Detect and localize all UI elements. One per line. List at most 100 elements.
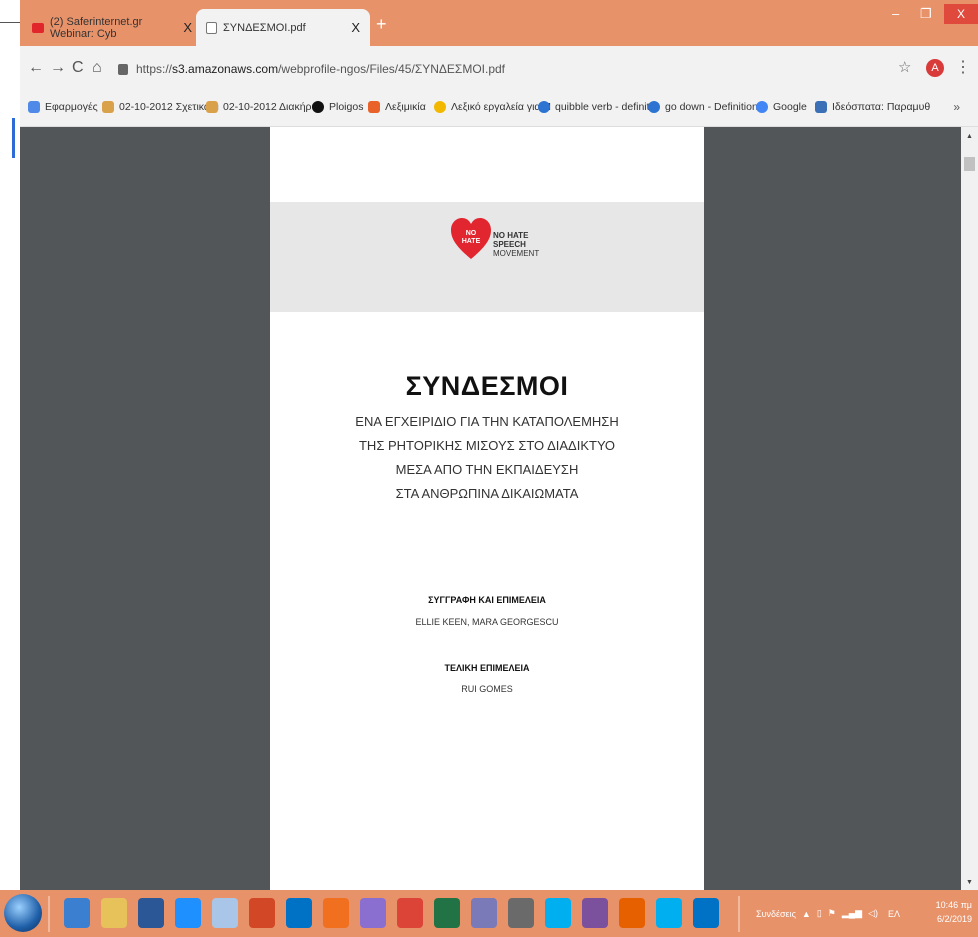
document-subtitle: ΕΝΑ ΕΓΧΕΙΡΙΔΙΟ ΓΙΑ ΤΗΝ ΚΑΤΑΠΟΛΕΜΗΣΗ ΤΗΣ … <box>270 410 704 506</box>
excel-taskbar-icon[interactable] <box>434 898 460 928</box>
bookmark-favicon-icon <box>648 101 660 113</box>
window-close-button[interactable]: X <box>944 4 978 24</box>
authors-label: ΣΥΓΓΡΑΦΗ ΚΑΙ ΕΠΙΜΕΛΕΙΑ <box>428 595 546 605</box>
taskbar-separator <box>48 896 50 932</box>
brand-line: NO HATE <box>493 231 529 240</box>
start-button[interactable] <box>4 894 42 932</box>
scrollbar-thumb[interactable] <box>964 157 975 171</box>
restore-button[interactable]: ❐ <box>920 6 932 22</box>
reload-icon[interactable]: C <box>72 59 84 77</box>
media-taskbar-icon[interactable] <box>323 898 349 928</box>
tray-network-icon[interactable]: ▯ <box>817 908 822 919</box>
clock[interactable]: 10:46 πμ 6/2/2019 <box>936 898 972 926</box>
powerpoint-taskbar-icon[interactable] <box>249 898 275 928</box>
word-taskbar-icon[interactable] <box>138 898 164 928</box>
bookmark-favicon-icon <box>312 101 324 113</box>
bookmark-label: 02-10-2012 Διακήρυξ <box>223 101 322 113</box>
skype-2-taskbar-icon[interactable] <box>656 898 682 928</box>
tab-close-icon[interactable]: X <box>183 20 192 35</box>
firefox-taskbar-icon[interactable] <box>619 898 645 928</box>
tray-connections-label[interactable]: Συνδέσεις <box>756 909 796 919</box>
bookmark-label: Google <box>773 101 807 113</box>
bookmark-label: quibble verb - definit <box>555 101 650 113</box>
bookmark-item[interactable]: Ιδεόσπατα: Παραμυθ <box>815 101 930 113</box>
bookmarks-overflow-icon[interactable]: » <box>953 100 960 114</box>
address-bar[interactable]: https://s3.amazonaws.com/webprofile-ngos… <box>112 55 898 83</box>
bookmark-label: Ιδεόσπατα: Παραμυθ <box>832 101 931 113</box>
bookmark-item[interactable]: Google <box>756 101 807 113</box>
bookmark-label: Λεξιμικία <box>385 101 426 113</box>
scroll-down-arrow-icon[interactable]: ▼ <box>966 879 973 886</box>
new-tab-button[interactable]: + <box>376 14 387 35</box>
clock-date: 6/2/2019 <box>936 914 972 924</box>
tray-volume-icon[interactable]: ◁) <box>868 908 878 919</box>
lock-icon <box>118 63 128 75</box>
brand-line: MOVEMENT <box>493 249 540 258</box>
edge-mark <box>12 118 15 158</box>
bookmark-item[interactable]: Λεξιμικία <box>368 101 426 113</box>
url-host: s3.amazonaws.com <box>172 62 279 76</box>
back-icon[interactable]: ← <box>28 59 44 77</box>
outlook-taskbar-icon[interactable] <box>286 898 312 928</box>
folder-taskbar-icon[interactable] <box>101 898 127 928</box>
bookmark-item[interactable]: Ploigos <box>312 101 363 113</box>
outlook-2-taskbar-icon[interactable] <box>693 898 719 928</box>
no-hate-logo: NO HATE NO HATE SPEECH MOVEMENT <box>450 217 560 277</box>
pdf-viewer[interactable]: NO HATE NO HATE SPEECH MOVEMENT ΣΥΝΔΕΣΜΟΙ… <box>20 127 978 890</box>
bookmark-favicon-icon <box>434 101 446 113</box>
bookmark-item[interactable]: quibble verb - definit <box>538 101 650 113</box>
bookmarks-bar: Εφαρμογές 02-10-2012 Σχετικά μ 02-10-201… <box>20 92 978 127</box>
paint-taskbar-icon[interactable] <box>360 898 386 928</box>
internet-explorer-taskbar-icon[interactable] <box>175 898 201 928</box>
document-title: ΣΥΝΔΕΣΜΟΙ <box>405 371 569 401</box>
apps-grid-icon <box>28 101 40 113</box>
authors-names: ELLIE KEEN, MARA GEORGESCU <box>415 617 559 627</box>
bookmark-label: go down - Definition <box>665 101 758 113</box>
tab-saferinternet[interactable]: (2) Saferinternet.gr Webinar: Cyb X <box>22 9 202 46</box>
google-icon <box>756 101 768 113</box>
subtitle-line: ΜΕΣΑ ΑΠΟ ΤΗΝ ΕΚΠΑΙΔΕΥΣΗ <box>395 462 579 477</box>
tray-signal-icon[interactable]: ▂▄▆ <box>842 908 862 919</box>
calc-taskbar-icon[interactable] <box>471 898 497 928</box>
pen-taskbar-icon[interactable] <box>508 898 534 928</box>
bookmark-apps[interactable]: Εφαρμογές <box>28 101 98 113</box>
tray-arrow-icon[interactable]: ▲ <box>802 909 811 919</box>
url-path: /webprofile-ngos/Files/45/ΣΥΝΔΕΣΜΟΙ.pdf <box>278 62 506 76</box>
subtitle-line: ΣΤΑ ΑΝΘΡΩΠΙΝΑ ΔΙΚΑΙΩΜΑΤΑ <box>395 486 579 501</box>
edge-line <box>0 22 20 23</box>
editor-name: RUI GOMES <box>461 684 513 694</box>
chrome-taskbar-icon[interactable] <box>397 898 423 928</box>
url-scheme: https:// <box>136 62 173 76</box>
subtitle-line: ΕΝΑ ΕΓΧΕΙΡΙΔΙΟ ΓΙΑ ΤΗΝ ΚΑΤΑΠΟΛΕΜΗΣΗ <box>355 414 619 429</box>
taskbar-separator <box>738 896 740 932</box>
skype-taskbar-icon[interactable] <box>545 898 571 928</box>
browser-title-bar: (2) Saferinternet.gr Webinar: Cyb X ΣΥΝΔ… <box>20 0 978 46</box>
bookmark-item[interactable]: 02-10-2012 Διακήρυξ <box>206 101 322 113</box>
home-icon[interactable]: ⌂ <box>92 59 102 77</box>
tab-close-icon[interactable]: X <box>351 20 360 35</box>
explorer-taskbar-icon[interactable] <box>64 898 90 928</box>
bookmark-item[interactable]: go down - Definition <box>648 101 758 113</box>
browser-toolbar: ← → C ⌂ https://s3.amazonaws.com/webprof… <box>20 46 978 92</box>
viber-taskbar-icon[interactable] <box>582 898 608 928</box>
tray-flag-icon[interactable]: ⚑ <box>828 908 836 919</box>
pdf-page: NO HATE NO HATE SPEECH MOVEMENT ΣΥΝΔΕΣΜΟΙ… <box>270 127 704 890</box>
menu-icon[interactable]: ⋮ <box>955 57 971 77</box>
heart-label: NO HATE <box>461 230 481 245</box>
forward-icon[interactable]: → <box>50 59 66 77</box>
bookmark-favicon-icon <box>206 101 218 113</box>
editor-label: ΤΕΛΙΚΗ ΕΠΙΜΕΛΕΙΑ <box>444 663 530 673</box>
bookmark-star-icon[interactable]: ☆ <box>898 58 911 76</box>
language-indicator[interactable]: ΕΛ <box>888 909 900 919</box>
bookmark-item[interactable]: Λεξικό εργαλεία για Π <box>434 101 551 113</box>
bookmark-label: Εφαρμογές <box>45 101 98 113</box>
scroll-up-arrow-icon[interactable]: ▲ <box>966 133 973 140</box>
tab-syndesmoi-pdf[interactable]: ΣΥΝΔΕΣΜΟΙ.pdf X <box>196 9 370 46</box>
notepad-taskbar-icon[interactable] <box>212 898 238 928</box>
vertical-scrollbar[interactable]: ▲ ▼ <box>961 127 978 890</box>
bookmark-label: Ploigos <box>329 101 364 113</box>
bookmark-item[interactable]: 02-10-2012 Σχετικά μ <box>102 101 219 113</box>
profile-avatar[interactable]: A <box>926 59 944 77</box>
minimize-button[interactable]: – <box>892 6 899 21</box>
logo-brand-text: NO HATE SPEECH MOVEMENT <box>493 231 539 258</box>
